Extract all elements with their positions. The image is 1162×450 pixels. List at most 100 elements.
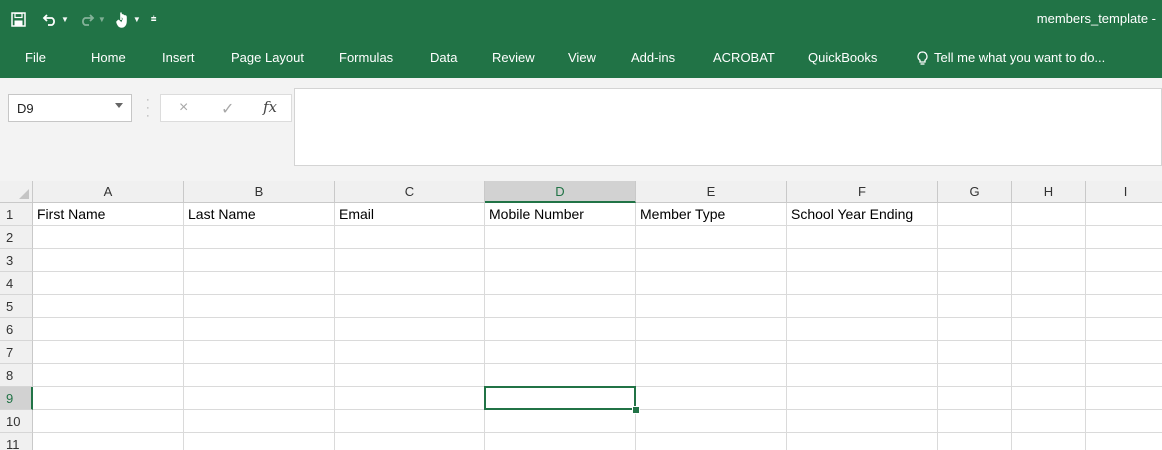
tab-home[interactable]: Home: [91, 38, 126, 78]
row-header-5[interactable]: 5: [0, 295, 33, 318]
cell-e4[interactable]: [636, 272, 787, 295]
cell-g9[interactable]: [938, 387, 1012, 410]
tab-data[interactable]: Data: [430, 38, 457, 78]
row-header-4[interactable]: 4: [0, 272, 33, 295]
cell-f3[interactable]: [787, 249, 938, 272]
cell-a1[interactable]: First Name: [33, 203, 184, 226]
row-header-8[interactable]: 8: [0, 364, 33, 387]
customize-qat-icon[interactable]: ⩧: [151, 14, 157, 25]
redo-button[interactable]: ▼: [79, 12, 106, 26]
cell-i9[interactable]: [1086, 387, 1162, 410]
cell-c8[interactable]: [335, 364, 485, 387]
cell-b5[interactable]: [184, 295, 335, 318]
cell-e8[interactable]: [636, 364, 787, 387]
cell-f5[interactable]: [787, 295, 938, 318]
tab-add-ins[interactable]: Add-ins: [631, 38, 675, 78]
cell-d7[interactable]: [485, 341, 636, 364]
save-icon[interactable]: [11, 11, 26, 27]
cell-b11[interactable]: [184, 433, 335, 450]
tell-me-search[interactable]: Tell me what you want to do...: [917, 38, 1105, 78]
cell-c2[interactable]: [335, 226, 485, 249]
cell-e3[interactable]: [636, 249, 787, 272]
cell-i1[interactable]: [1086, 203, 1162, 226]
undo-dropdown-icon[interactable]: ▼: [61, 15, 69, 24]
cell-f8[interactable]: [787, 364, 938, 387]
tab-view[interactable]: View: [568, 38, 596, 78]
cell-h9[interactable]: [1012, 387, 1086, 410]
tab-file[interactable]: File: [25, 38, 46, 78]
cell-h6[interactable]: [1012, 318, 1086, 341]
column-header-a[interactable]: A: [33, 181, 184, 203]
row-header-6[interactable]: 6: [0, 318, 33, 341]
cell-b8[interactable]: [184, 364, 335, 387]
cell-g5[interactable]: [938, 295, 1012, 318]
row-header-2[interactable]: 2: [0, 226, 33, 249]
column-header-d[interactable]: D: [485, 181, 636, 203]
cell-f7[interactable]: [787, 341, 938, 364]
cell-b9[interactable]: [184, 387, 335, 410]
cell-h8[interactable]: [1012, 364, 1086, 387]
cell-d1[interactable]: Mobile Number: [485, 203, 636, 226]
cell-a6[interactable]: [33, 318, 184, 341]
tab-insert[interactable]: Insert: [162, 38, 195, 78]
column-header-i[interactable]: I: [1086, 181, 1162, 203]
cell-d10[interactable]: [485, 410, 636, 433]
cell-d11[interactable]: [485, 433, 636, 450]
cell-c6[interactable]: [335, 318, 485, 341]
select-all-button[interactable]: [0, 181, 33, 203]
cell-i4[interactable]: [1086, 272, 1162, 295]
cell-i7[interactable]: [1086, 341, 1162, 364]
cell-e10[interactable]: [636, 410, 787, 433]
cell-a9[interactable]: [33, 387, 184, 410]
cell-a8[interactable]: [33, 364, 184, 387]
cell-g11[interactable]: [938, 433, 1012, 450]
row-header-11[interactable]: 11: [0, 433, 33, 450]
tab-formulas[interactable]: Formulas: [339, 38, 393, 78]
column-header-f[interactable]: F: [787, 181, 938, 203]
cell-g2[interactable]: [938, 226, 1012, 249]
cell-e2[interactable]: [636, 226, 787, 249]
cell-e5[interactable]: [636, 295, 787, 318]
cell-e9[interactable]: [636, 387, 787, 410]
cell-g8[interactable]: [938, 364, 1012, 387]
name-box[interactable]: D9: [8, 94, 132, 122]
cell-c7[interactable]: [335, 341, 485, 364]
cell-g4[interactable]: [938, 272, 1012, 295]
cell-g7[interactable]: [938, 341, 1012, 364]
cell-i11[interactable]: [1086, 433, 1162, 450]
cell-i6[interactable]: [1086, 318, 1162, 341]
cell-f11[interactable]: [787, 433, 938, 450]
enter-icon[interactable]: ✓: [221, 99, 234, 119]
row-header-9[interactable]: 9: [0, 387, 33, 410]
tab-review[interactable]: Review: [492, 38, 535, 78]
cell-i2[interactable]: [1086, 226, 1162, 249]
cell-h7[interactable]: [1012, 341, 1086, 364]
cell-b3[interactable]: [184, 249, 335, 272]
cell-e11[interactable]: [636, 433, 787, 450]
cancel-icon[interactable]: ×: [179, 99, 188, 117]
cell-b10[interactable]: [184, 410, 335, 433]
cell-d4[interactable]: [485, 272, 636, 295]
cell-d6[interactable]: [485, 318, 636, 341]
formula-input[interactable]: [294, 88, 1162, 166]
cell-g3[interactable]: [938, 249, 1012, 272]
cell-h3[interactable]: [1012, 249, 1086, 272]
cell-h2[interactable]: [1012, 226, 1086, 249]
cell-f4[interactable]: [787, 272, 938, 295]
cell-i10[interactable]: [1086, 410, 1162, 433]
cell-h10[interactable]: [1012, 410, 1086, 433]
worksheet-grid[interactable]: ABCDEFGHI 1 First Name Last Name Email Mobil…: [0, 181, 1162, 450]
cell-b2[interactable]: [184, 226, 335, 249]
cell-i5[interactable]: [1086, 295, 1162, 318]
row-header-10[interactable]: 10: [0, 410, 33, 433]
cell-h1[interactable]: [1012, 203, 1086, 226]
column-header-b[interactable]: B: [184, 181, 335, 203]
cell-h11[interactable]: [1012, 433, 1086, 450]
cell-d5[interactable]: [485, 295, 636, 318]
cell-f10[interactable]: [787, 410, 938, 433]
chevron-down-icon[interactable]: [115, 103, 123, 108]
cell-h5[interactable]: [1012, 295, 1086, 318]
cell-f1[interactable]: School Year Ending: [787, 203, 938, 226]
cell-g10[interactable]: [938, 410, 1012, 433]
cell-a11[interactable]: [33, 433, 184, 450]
